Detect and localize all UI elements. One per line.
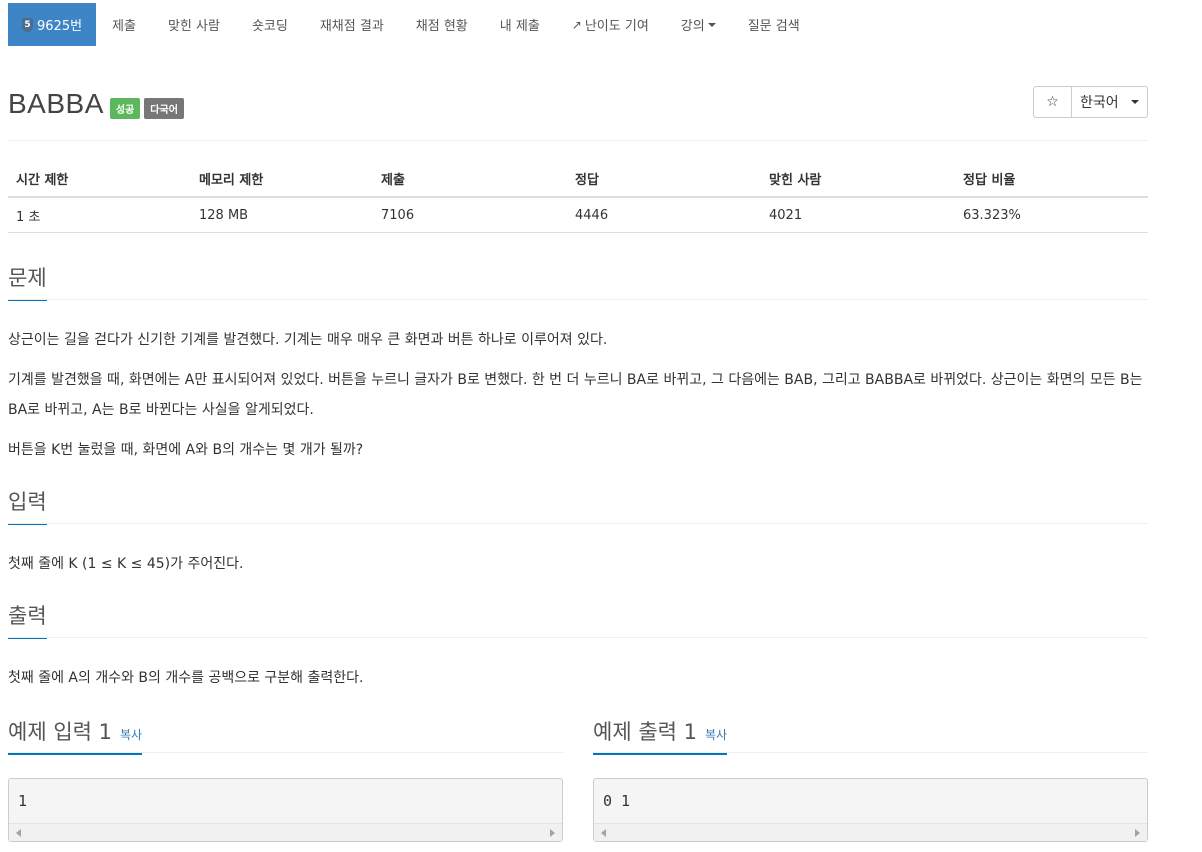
header-time-limit: 시간 제한 bbox=[8, 160, 191, 198]
status-badge: 성공 bbox=[109, 97, 141, 119]
tier-badge-icon: 5 bbox=[22, 17, 33, 32]
sample-input-heading: 예제 입력 1 복사 bbox=[8, 716, 143, 755]
sample-output-heading: 예제 출력 1 복사 bbox=[593, 716, 728, 755]
sample-input-box[interactable]: 1 bbox=[8, 778, 563, 842]
language-select[interactable]: 한국어 bbox=[1072, 86, 1148, 118]
copy-sample-input-button[interactable]: 복사 bbox=[120, 728, 142, 742]
description-paragraph-2: 기계를 발견했을 때, 화면에는 A만 표시되어져 있었다. 버튼을 누르니 글… bbox=[8, 372, 1143, 418]
nav-solved-users[interactable]: 맞힌 사람 bbox=[152, 3, 236, 46]
header-accepted: 정답 bbox=[567, 160, 761, 198]
sample-input-title: 예제 입력 1 복사 bbox=[8, 716, 143, 755]
table-header-row: 시간 제한 메모리 제한 제출 정답 맞힌 사람 정답 비율 bbox=[8, 160, 1148, 198]
problem-number-label: 9625번 bbox=[37, 19, 83, 34]
caret-down-icon bbox=[1131, 100, 1139, 104]
description-paragraph-3: 버튼을 K번 눌렀을 때, 화면에 A와 B의 개수는 몇 개가 될까? bbox=[8, 442, 364, 458]
horizontal-scrollbar[interactable] bbox=[594, 823, 1147, 841]
accepted-value: 4446 bbox=[567, 197, 761, 233]
nav-rejudge-results[interactable]: 재채점 결과 bbox=[304, 3, 400, 46]
nav-judge-status[interactable]: 채점 현황 bbox=[400, 3, 484, 46]
section-divider bbox=[8, 637, 1148, 638]
accept-ratio-value: 63.323% bbox=[955, 197, 1148, 233]
horizontal-scrollbar[interactable] bbox=[9, 823, 562, 841]
section-divider bbox=[593, 752, 1148, 753]
title-actions: ☆ 한국어 bbox=[1033, 86, 1148, 118]
sample-input-content: 1 bbox=[18, 792, 28, 810]
title-divider bbox=[8, 140, 1148, 141]
scroll-right-icon[interactable] bbox=[1135, 829, 1140, 837]
time-limit-value: 1 초 bbox=[8, 197, 191, 233]
problem-title-row: BABBA 성공 다국어 bbox=[8, 88, 184, 120]
external-link-icon: ↗ bbox=[571, 17, 582, 32]
submissions-value: 7106 bbox=[373, 197, 567, 233]
description-heading: 문제 bbox=[8, 262, 47, 301]
multilang-badge: 다국어 bbox=[144, 97, 184, 119]
star-icon: ☆ bbox=[1046, 94, 1059, 110]
input-title: 입력 bbox=[8, 486, 47, 525]
caret-down-icon bbox=[707, 22, 716, 27]
favorite-star-button[interactable]: ☆ bbox=[1033, 86, 1072, 118]
sample-output-title: 예제 출력 1 복사 bbox=[593, 716, 728, 755]
scroll-left-icon[interactable] bbox=[601, 829, 606, 837]
output-title: 출력 bbox=[8, 600, 47, 639]
table-row: 1 초 128 MB 7106 4446 4021 63.323% bbox=[8, 197, 1148, 233]
problem-title: BABBA bbox=[8, 88, 104, 119]
difficulty-label: 난이도 기여 bbox=[584, 19, 649, 34]
section-divider bbox=[8, 299, 1148, 300]
sample-output-box[interactable]: 0 1 bbox=[593, 778, 1148, 842]
problem-info-table: 시간 제한 메모리 제한 제출 정답 맞힌 사람 정답 비율 1 초 128 M… bbox=[8, 160, 1148, 233]
description-paragraph-1: 상근이는 길을 걷다가 신기한 기계를 발견했다. 기계는 매우 매우 큰 화면… bbox=[8, 332, 608, 348]
problem-menu: 5 9625번 제출 맞힌 사람 숏코딩 재채점 결과 채점 현황 내 제출 ↗… bbox=[8, 3, 816, 46]
description-title: 문제 bbox=[8, 262, 47, 301]
sample-output-content: 0 1 bbox=[603, 792, 631, 810]
output-description: 첫째 줄에 A의 개수와 B의 개수를 공백으로 구분해 출력한다. bbox=[8, 670, 364, 686]
nav-my-submissions[interactable]: 내 제출 bbox=[484, 3, 556, 46]
sample-input-label: 예제 입력 1 bbox=[8, 720, 112, 744]
memory-limit-value: 128 MB bbox=[191, 197, 373, 233]
nav-problem-number[interactable]: 5 9625번 bbox=[8, 3, 97, 46]
nav-difficulty-contribution[interactable]: ↗ 난이도 기여 bbox=[556, 3, 665, 46]
input-heading: 입력 bbox=[8, 486, 47, 525]
header-memory-limit: 메모리 제한 bbox=[191, 160, 373, 198]
solved-users-value: 4021 bbox=[761, 197, 955, 233]
nav-question-search[interactable]: 질문 검색 bbox=[732, 3, 816, 46]
sample-output-label: 예제 출력 1 bbox=[593, 720, 697, 744]
header-submissions: 제출 bbox=[373, 160, 567, 198]
nav-short-coding[interactable]: 숏코딩 bbox=[236, 3, 304, 46]
nav-lecture-dropdown[interactable]: 강의 bbox=[665, 3, 732, 46]
input-description: 첫째 줄에 K (1 ≤ K ≤ 45)가 주어진다. bbox=[8, 556, 244, 572]
header-accept-ratio: 정답 비율 bbox=[955, 160, 1148, 198]
scroll-right-icon[interactable] bbox=[550, 829, 555, 837]
header-solved-users: 맞힌 사람 bbox=[761, 160, 955, 198]
language-label: 한국어 bbox=[1080, 95, 1119, 111]
scroll-left-icon[interactable] bbox=[16, 829, 21, 837]
section-divider bbox=[8, 523, 1148, 524]
lecture-label: 강의 bbox=[680, 19, 705, 34]
nav-submit[interactable]: 제출 bbox=[96, 3, 152, 46]
output-heading: 출력 bbox=[8, 600, 47, 639]
section-divider bbox=[8, 752, 563, 753]
copy-sample-output-button[interactable]: 복사 bbox=[705, 728, 727, 742]
